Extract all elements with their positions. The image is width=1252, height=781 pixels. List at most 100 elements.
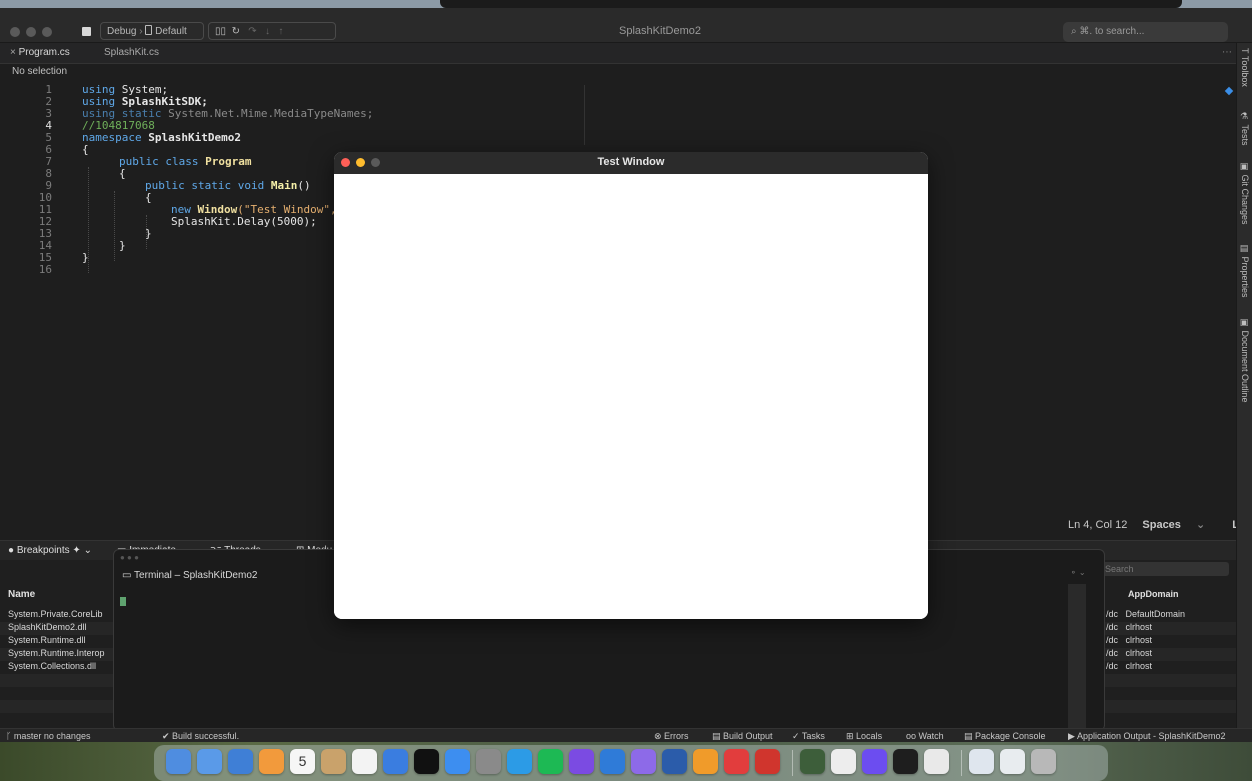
app-store-icon[interactable] [445,749,470,774]
module-row[interactable]: SplashKitDemo2.dll [8,621,113,634]
modules-search-input[interactable]: Search [1101,562,1229,576]
chrome-icon[interactable] [693,749,718,774]
reminders-icon[interactable] [352,749,377,774]
document-outline-panel-tab[interactable]: ▣ Document Outline [1240,318,1250,403]
photos-icon[interactable] [259,749,284,774]
breakpoints-pad-tab[interactable]: ● Breakpoints ✦ ⌄ [8,545,92,556]
spotify-icon[interactable] [538,749,563,774]
restart-icon[interactable]: ↻ [229,26,243,37]
module-row[interactable]: System.Runtime.Interop [8,647,113,660]
rider-icon[interactable] [569,749,594,774]
telegram-icon[interactable] [507,749,532,774]
step-over-icon[interactable]: ↷ [246,26,260,37]
acrobat-icon[interactable] [755,749,780,774]
indent-guide [114,191,116,261]
stop-icon[interactable] [82,27,91,36]
status-item-label: Package Console [975,731,1046,741]
panel-label: Properties [1240,256,1250,298]
instruments-icon[interactable] [831,749,856,774]
notes-app-icon[interactable] [321,749,346,774]
appdomain-row[interactable]: /dc clrhost [1106,647,1152,660]
appdomain-row[interactable]: /dc clrhost [1106,621,1152,634]
branch-indicator[interactable]: ᚴ master no changes [6,729,90,743]
trash-icon[interactable] [1031,749,1056,774]
system-settings-icon[interactable] [476,749,501,774]
package-console-pad-button[interactable]: ▤ Package Console [964,729,1046,743]
calendar-icon[interactable]: 5 [290,749,315,774]
close-tab-icon[interactable]: × [10,47,19,58]
output-icon: ▤ [712,731,724,741]
documents-icon[interactable] [969,749,994,774]
appdomain-value: clrhost [1125,661,1153,671]
tab-program-cs[interactable]: × Program.cs [10,43,70,63]
git-changes-panel-tab[interactable]: ▣ Git Changes [1240,162,1250,225]
appdomain-value: clrhost [1125,622,1153,632]
terminal-traffic-lights: ● ● ● [120,553,139,562]
branch-icon: ᚴ [6,731,14,741]
ide-titlebar: Debug › Default ▯▯ ↻ ↷ ↓ ↑ SplashKitDemo… [0,8,1252,43]
status-item-label: Tasks [801,731,825,741]
terminal-icon[interactable] [800,749,825,774]
dock-separator [792,750,793,776]
properties-icon: ▤ [1240,244,1250,257]
pin-icon: ✦ ⌄ [69,545,92,556]
module-row[interactable]: System.Collections.dll [8,660,113,673]
search-input[interactable]: ⌕ ⌘. to search... [1063,22,1228,42]
step-into-icon[interactable]: ↓ [262,26,273,37]
minimize-window-button[interactable] [26,27,36,37]
indent-mode[interactable]: Spaces ⌄ [1142,519,1217,531]
tasks-pad-button[interactable]: ✓ Tasks [792,729,825,743]
zoom-window-button[interactable] [42,27,52,37]
cursor-position[interactable]: Ln 4, Col 12 [1068,519,1127,531]
appdomain-row[interactable]: /dc clrhost [1106,660,1152,673]
terminal-scrollbar[interactable] [1068,584,1086,730]
console-icon: ▤ [964,731,976,741]
git-icon: ▣ [1240,162,1250,175]
toolbox-panel-tab[interactable]: T Toolbox [1240,48,1250,87]
scheme-selector[interactable]: Debug › Default [100,22,204,40]
filezilla-icon[interactable] [724,749,749,774]
downloads-icon[interactable] [1000,749,1025,774]
finder-icon[interactable] [166,749,191,774]
word-icon[interactable] [662,749,687,774]
visual-studio-icon[interactable] [631,749,656,774]
test-window-canvas[interactable] [334,174,928,619]
locals-pad-button[interactable]: ⊞ Locals [846,729,882,743]
close-window-button[interactable] [10,27,20,37]
tab-overflow-icon[interactable]: ⋯ [1222,43,1232,63]
watch-pad-button[interactable]: oo Watch [906,729,944,743]
pause-icon[interactable]: ▯▯ [215,26,226,37]
appdomain-path: /dc [1106,609,1119,619]
tests-panel-tab[interactable]: ⚗ Tests [1240,112,1250,146]
console-icon[interactable] [924,749,949,774]
type-name: Program [198,155,252,168]
tab-label: SplashKit.cs [104,47,160,58]
mail-icon[interactable] [228,749,253,774]
glasses-icon: oo [906,731,919,741]
search-placeholder: ⌘. to search... [1079,26,1145,37]
test-window[interactable]: Test Window [334,152,928,619]
errors-pad-button[interactable]: ⊗ Errors [654,729,689,743]
build-output-pad-button[interactable]: ▤ Build Output [712,729,773,743]
apple-tv-icon[interactable] [414,749,439,774]
textedit-icon[interactable] [862,749,887,774]
terminal-options-icon[interactable]: ⚬ ⌄ [1070,568,1086,577]
vscode-icon[interactable] [600,749,625,774]
debug-toolbar: ▯▯ ↻ ↷ ↓ ↑ [208,22,336,40]
code-line: { [145,191,152,204]
module-row[interactable]: System.Runtime.dll [8,634,113,647]
messenger-icon[interactable] [893,749,918,774]
safari-icon[interactable] [383,749,408,774]
appdomain-path: /dc [1106,661,1119,671]
window-title: SplashKitDemo2 [619,25,701,37]
appdomain-row[interactable]: /dc DefaultDomain [1106,608,1185,621]
step-out-icon[interactable]: ↑ [276,26,283,37]
properties-panel-tab[interactable]: ▤ Properties [1240,244,1250,298]
checkmark-icon: ✓ [792,731,802,741]
appdomain-row[interactable]: /dc clrhost [1106,634,1152,647]
tab-splashkit-cs[interactable]: SplashKit.cs [104,43,159,63]
module-row[interactable]: System.Private.CoreLib [8,608,113,621]
line-number: 16 [38,263,52,276]
application-output-pad-button[interactable]: ▶ Application Output - SplashKitDemo2 [1068,729,1226,743]
launchpad-icon[interactable] [197,749,222,774]
